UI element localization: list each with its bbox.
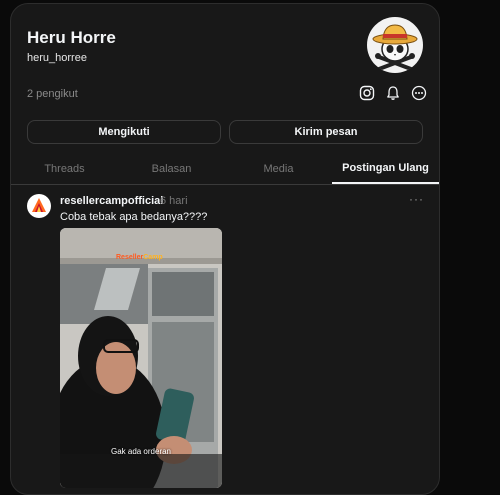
profile-tabs: Threads Balasan Media Postingan Ulang <box>11 154 439 185</box>
followers-count[interactable]: 2 pengikut <box>27 88 78 100</box>
post-video[interactable]: ResellerCamp Gak ada orderan <box>60 228 222 488</box>
more-circle-icon[interactable] <box>410 84 428 102</box>
post-author-name[interactable]: resellercampofficial <box>60 195 163 207</box>
tab-media[interactable]: Media <box>225 154 332 184</box>
bell-icon[interactable] <box>384 84 402 102</box>
profile-icon-row <box>358 84 428 102</box>
instagram-icon[interactable] <box>358 84 376 102</box>
reseller-camp-logo-icon <box>32 198 46 212</box>
reseller-camp-watermark: ResellerCamp <box>116 254 163 261</box>
following-button[interactable]: Mengikuti <box>27 120 221 144</box>
profile-name: Heru Horre <box>27 28 116 47</box>
post-caption: Coba tebak apa bedanya???? <box>60 211 208 223</box>
watermark-part-reseller: Reseller <box>116 254 144 261</box>
video-subtitle: Gak ada orderan <box>110 447 172 456</box>
watermark-part-camp: Camp <box>143 254 163 261</box>
post-time: 6 hari <box>160 195 188 207</box>
post-more-button[interactable]: ··· <box>409 192 424 206</box>
tab-reposts[interactable]: Postingan Ulang <box>332 154 439 184</box>
post-author-avatar[interactable] <box>27 194 51 218</box>
send-message-button[interactable]: Kirim pesan <box>229 120 423 144</box>
profile-avatar[interactable] <box>367 17 423 73</box>
skull-straw-hat-icon <box>372 24 418 73</box>
profile-handle: heru_horree <box>27 52 87 64</box>
tab-replies[interactable]: Balasan <box>118 154 225 184</box>
profile-card: Heru Horre heru_horree 2 pengikut Mengik <box>10 3 440 495</box>
tab-threads[interactable]: Threads <box>11 154 118 184</box>
